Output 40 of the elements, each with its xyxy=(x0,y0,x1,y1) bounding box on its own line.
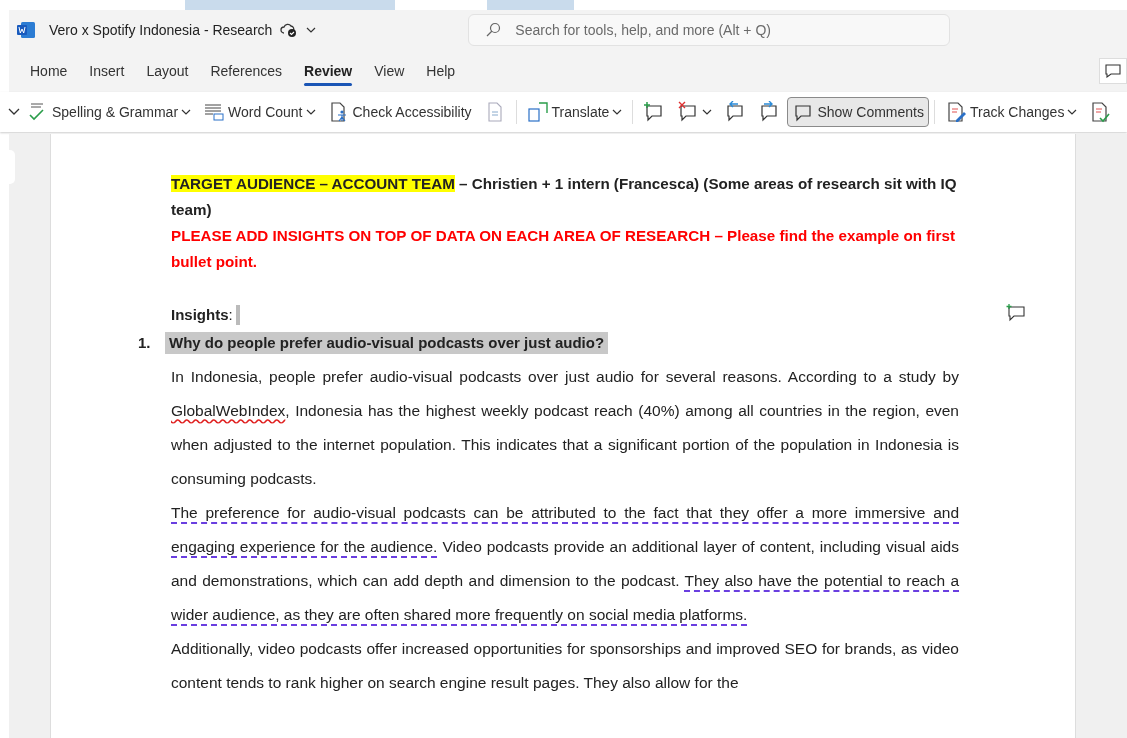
comment-icon xyxy=(1105,64,1121,78)
paragraph-text: The preference for audio-visual podcasts can be attributed to the fact that they offer a more immersive and engaging experience for the audience. Video podcasts provide an additional layer of content, including visual aids and demonstrations, which can add depth and dimension to the podcast. They also have the potential to reach a wider audience, as they are often shared more frequently on social media platforms. xyxy=(171,503,959,625)
chevron-down-icon xyxy=(1067,108,1078,116)
toolbar-button[interactable]: Word Count xyxy=(198,97,321,127)
ribbon-tab[interactable]: Home xyxy=(19,55,79,87)
instruction-text: PLEASE ADD INSIGHTS ON TOP OF DATA ON EACH AREA OF RESEARCH – Please find the example on first bullet point. xyxy=(171,226,956,272)
ribbon-tab[interactable]: Help xyxy=(415,55,467,87)
ribbon-tab[interactable]: References xyxy=(199,55,293,87)
ribbon-tab[interactable]: Layout xyxy=(135,55,200,87)
toolbar-button[interactable]: Show Comments xyxy=(787,97,929,127)
chevron-down-icon xyxy=(702,108,713,116)
translate-icon xyxy=(526,101,549,123)
chevron-down-icon xyxy=(305,108,316,116)
add-comment-icon[interactable] xyxy=(1006,304,1026,322)
question-text: Why do people prefer audio-visual podcasts over just audio? xyxy=(165,332,609,354)
chevron-down-icon xyxy=(181,108,192,116)
toolbar-button[interactable]: Track Changes xyxy=(940,97,1083,127)
document-pencil-icon xyxy=(945,101,967,123)
toolbar-button[interactable]: Translate xyxy=(521,97,628,127)
ribbon-tab[interactable]: View xyxy=(363,55,416,87)
paragraph-text: Additionally, video podcasts offer increased opportunities for sponsorships and improved SEO for brands, as video content tends to rank higher on search engine result pages. They also allow for the xyxy=(171,639,959,693)
chevron-down-icon xyxy=(306,26,317,34)
chevron-down-icon[interactable] xyxy=(8,108,20,116)
toolbar-button[interactable]: Spelling & Grammar xyxy=(22,97,197,127)
ribbon-tab[interactable]: Review xyxy=(293,55,364,87)
cloud-check-icon[interactable] xyxy=(280,22,299,38)
document-check-icon xyxy=(1089,101,1112,123)
chevron-down-icon xyxy=(612,108,623,116)
insights-label: Insights: xyxy=(171,305,233,325)
text-cursor xyxy=(235,305,240,325)
ribbon-tab[interactable]: Insert xyxy=(78,55,136,87)
lines-count-icon xyxy=(203,101,226,123)
paragraph-text: In Indonesia, people prefer audio-visual podcasts over just audio for several reasons. According to a study by GlobalWebIndex, Indonesia has the highest weekly podcast reach (40%) among all countries in the region, even when adjusted to the internet population. This indicates that a significant portion of the population in Indonesia is consuming podcasts. xyxy=(171,367,959,489)
comments-button[interactable] xyxy=(1099,58,1127,84)
heading-text: TARGET AUDIENCE – ACCOUNT TEAM – Christien + 1 intern (Francesca) (Some areas of research sit with IQ team) xyxy=(171,174,958,220)
list-number: 1. xyxy=(138,333,152,353)
search-field[interactable]: Search for tools, help, and more (Alt + Q) xyxy=(468,14,951,46)
toolbar-button[interactable]: Check Accessibility xyxy=(322,97,477,127)
word-logo-icon xyxy=(17,22,35,38)
document-title: Vero x Spotify Indonesia - Research xyxy=(49,22,273,38)
